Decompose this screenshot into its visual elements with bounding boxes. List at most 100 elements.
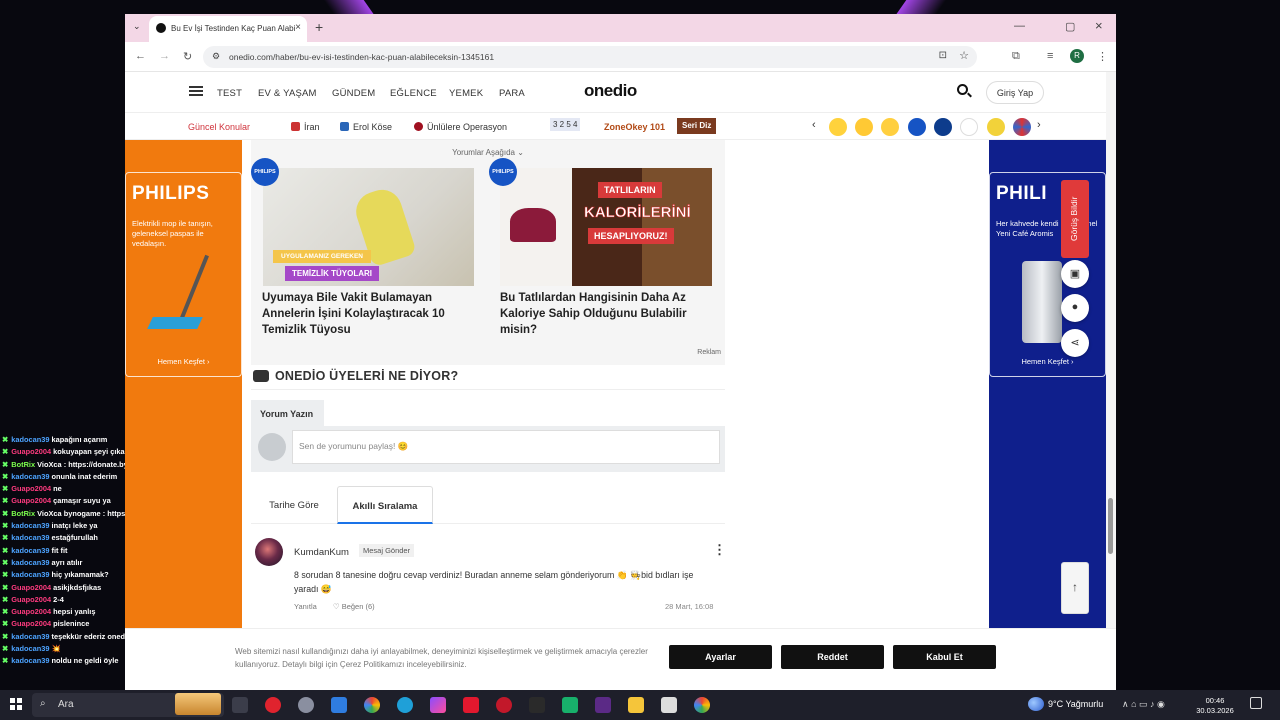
reload-icon[interactable]: ↻ (183, 50, 192, 63)
nav-para[interactable]: PARA (499, 88, 525, 99)
weather-text[interactable]: 9°C Yağmurlu (1048, 699, 1103, 709)
topic-iran[interactable]: İran (291, 122, 320, 132)
rec-image-desserts[interactable]: TATLILARIN KALORİLERİNİ HESAPLIYORUZ! (500, 168, 712, 286)
more-options-icon[interactable]: ⋮ (713, 542, 726, 558)
nav-gundem[interactable]: GÜNDEM (332, 88, 375, 99)
scroll-left-icon[interactable]: ‹ (812, 119, 816, 131)
cheesecake-image (510, 208, 556, 242)
scrollbar-thumb[interactable] (1108, 498, 1113, 554)
heart-eyes-emoji-icon[interactable] (829, 118, 847, 136)
chat-message: estağfurullah (51, 533, 98, 543)
rec-title-cleaning[interactable]: Uyumaya Bile Vakit Bulamayan Annelerin İ… (262, 290, 478, 338)
back-icon[interactable]: ← (135, 50, 146, 62)
rec-title-desserts[interactable]: Bu Tatlılardan Hangisinin Daha Az Kalori… (500, 290, 716, 338)
chrome-active-icon[interactable] (694, 697, 710, 713)
philips-badge-icon[interactable] (908, 118, 926, 136)
close-tab-icon[interactable]: × (295, 22, 301, 33)
send-message-button[interactable]: Mesaj Gönder (359, 544, 415, 557)
maximize-button[interactable]: ▢ (1065, 20, 1075, 33)
notification-icon[interactable] (1250, 697, 1262, 709)
hamburger-menu-icon[interactable] (189, 86, 203, 96)
forward-icon[interactable]: → (159, 50, 170, 62)
cookie-settings-button[interactable]: Ayarlar (669, 645, 772, 669)
epic-games-icon[interactable] (529, 697, 545, 713)
minimize-button[interactable]: — (1014, 20, 1025, 32)
feedback-button[interactable]: Görüş Bildir (1061, 180, 1089, 258)
extensions-icon[interactable]: ⧉ (1012, 50, 1020, 63)
crying-emoji-icon[interactable] (855, 118, 873, 136)
nav-eglence[interactable]: EĞLENCE (390, 88, 437, 99)
seri-diz-badge[interactable]: Seri Diz (677, 118, 717, 134)
onedio-logo[interactable]: onedio (584, 81, 637, 101)
tab-smart-sort[interactable]: Akıllı Sıralama (337, 486, 433, 524)
app-green-icon[interactable] (562, 697, 578, 713)
dk-badge-icon[interactable] (960, 118, 978, 136)
search-icon[interactable] (957, 84, 968, 95)
cookie-reject-button[interactable]: Reddet (781, 645, 884, 669)
opera-icon[interactable] (265, 697, 281, 713)
tab-list-dropdown[interactable]: ⌄ (133, 21, 141, 32)
chrome-icon[interactable] (364, 697, 380, 713)
left-ad-cta[interactable]: Hemen Keşfet › (126, 357, 241, 366)
cookie-accept-button[interactable]: Kabul Et (893, 645, 996, 669)
task-view-icon[interactable] (232, 697, 248, 713)
nav-yemek[interactable]: YEMEK (449, 88, 483, 99)
chat-badge-icon: ✖ (2, 533, 11, 543)
sticker-badge-icon[interactable] (987, 118, 1005, 136)
scroll-to-top-button[interactable]: ↑ (1061, 562, 1089, 614)
rec-image-cleaning[interactable]: UYGULAMANIZ GEREKEN TEMİZLİK TÜYOLARI (263, 168, 474, 286)
weather-icon[interactable] (1028, 697, 1044, 711)
comments-below-label[interactable]: Yorumlar Aşağıda ⌄ (251, 148, 725, 157)
tab-sort-by-date[interactable]: Tarihe Göre (251, 486, 337, 524)
app-icon[interactable] (298, 697, 314, 713)
comment-textarea[interactable]: Sen de yorumunu paylaş! 😊 (292, 430, 720, 464)
bookmark-icon[interactable]: ▣ (1061, 260, 1089, 288)
profile-avatar[interactable]: R (1070, 49, 1084, 63)
login-button[interactable]: Giriş Yap (986, 81, 1044, 104)
system-tray[interactable]: ∧ ⌂ ▭ ♪ ◉ (1122, 699, 1165, 710)
wps-icon[interactable] (463, 697, 479, 713)
brand-badge-icon[interactable] (934, 118, 952, 136)
right-ad-cta[interactable]: Hemen Keşfet › (990, 357, 1105, 366)
smile-emoji-icon[interactable] (881, 118, 899, 136)
like-button[interactable]: ♡ Beğen (6) (333, 602, 375, 611)
write-comment-tab[interactable]: Yorum Yazın (251, 400, 324, 426)
site-info-icon[interactable]: ⚙ (212, 51, 220, 62)
url-bar[interactable]: ⚙ onedio.com/haber/bu-ev-isi-testinden-k… (203, 46, 977, 68)
bookmark-star-icon[interactable]: ☆ (959, 49, 969, 62)
media-control-icon[interactable]: ≡ (1047, 50, 1053, 62)
new-tab-button[interactable]: + (315, 19, 323, 35)
install-app-icon[interactable]: ⊡ (939, 50, 947, 61)
zoneokey-label[interactable]: ZoneOkey 101 (604, 122, 665, 132)
chat-badge-icon: ✖ (2, 508, 11, 518)
commenter-name[interactable]: KumdanKum (294, 547, 349, 558)
comments-icon[interactable]: ● (1061, 294, 1089, 322)
scroll-right-icon[interactable]: › (1037, 119, 1041, 131)
obs-icon[interactable] (595, 697, 611, 713)
edge-icon[interactable] (397, 697, 413, 713)
search-highlight-image[interactable] (175, 693, 221, 715)
chat-badge-icon: ✖ (2, 619, 11, 629)
reply-link[interactable]: Yanıtla (294, 602, 317, 611)
left-ad[interactable]: PHILIPS Elektrikli mop ile tanışın, gele… (125, 140, 242, 628)
copilot-icon[interactable] (430, 697, 446, 713)
commenter-avatar[interactable] (255, 538, 283, 566)
mail-icon[interactable] (331, 697, 347, 713)
opera-gx-icon[interactable] (496, 697, 512, 713)
star-badge-icon[interactable] (1013, 118, 1031, 136)
chat-message: asikjkdsfjıkas (53, 582, 102, 592)
clock[interactable]: 00:46 30.03.2026 (1196, 696, 1234, 716)
file-explorer-icon[interactable] (628, 697, 644, 713)
left-ad-card[interactable]: PHILIPS Elektrikli mop ile tanışın, gele… (125, 172, 242, 377)
nav-ev-yasam[interactable]: EV & YAŞAM (258, 88, 317, 99)
nav-test[interactable]: TEST (217, 88, 242, 99)
windows-start-icon[interactable] (10, 698, 22, 710)
topic-erol-kose[interactable]: Erol Köse (340, 122, 392, 132)
zone-tiles[interactable]: 3 2 5 4 (550, 118, 581, 131)
topic-unlulere-operasyon[interactable]: Ünlülere Operasyon (414, 122, 507, 132)
browser-menu-icon[interactable]: ⋮ (1097, 50, 1108, 63)
close-window-button[interactable]: × (1095, 18, 1103, 33)
share-icon[interactable]: ⋖ (1061, 329, 1089, 357)
browser-tab[interactable]: Bu Ev İşi Testinden Kaç Puan Alabi × (149, 16, 307, 42)
app-arrow-icon[interactable] (661, 697, 677, 713)
